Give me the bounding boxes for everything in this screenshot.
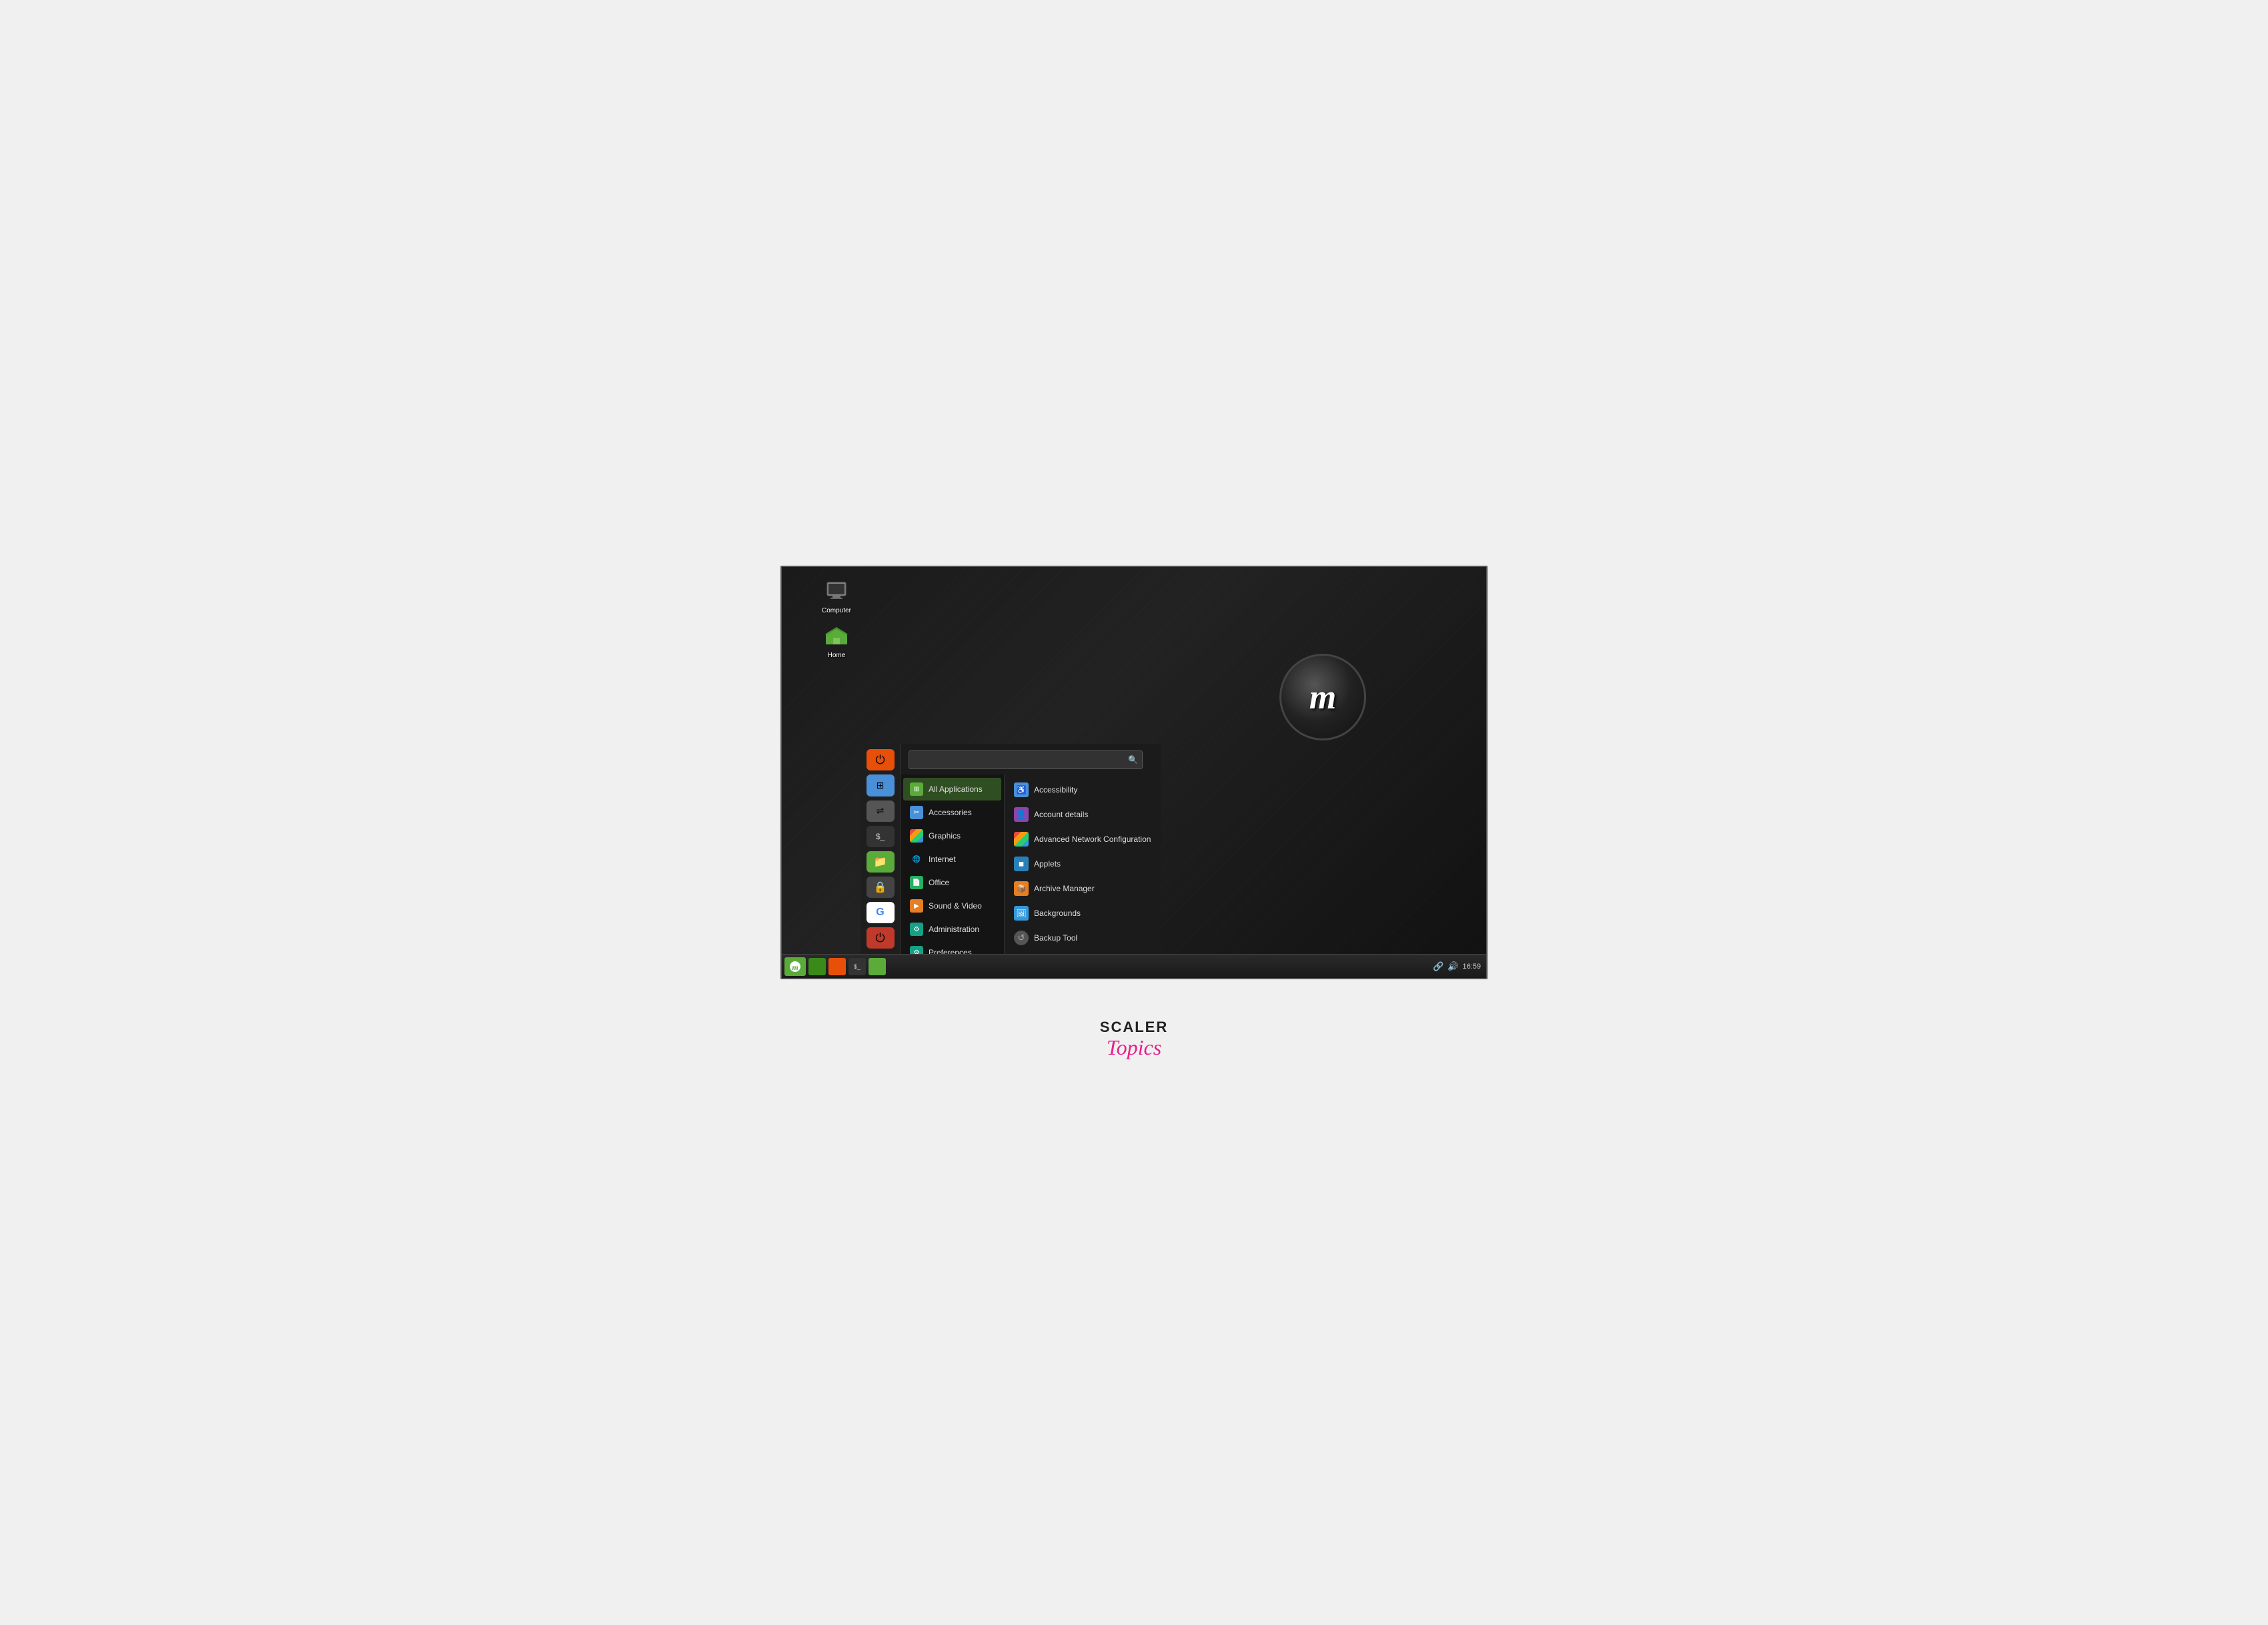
all-apps-icon: ⊞ <box>910 782 923 796</box>
taskbar-orange-button[interactable] <box>828 958 846 975</box>
computer-label: Computer <box>822 607 851 614</box>
search-bar: 🔍 <box>901 744 1161 774</box>
applets-icon: ◼ <box>1014 857 1029 871</box>
sound-icon: 🔊 <box>1448 961 1458 972</box>
sidebar-btn-4[interactable]: 📁 <box>867 851 895 873</box>
backgrounds-icon: 🖼 <box>1014 906 1029 921</box>
taskbar-terminal-button[interactable]: $_ <box>848 958 866 975</box>
app-account-details[interactable]: 👤 Account details <box>1007 802 1158 827</box>
app-archive-manager[interactable]: 📦 Archive Manager <box>1007 877 1158 901</box>
watermark-scaler-text: SCALER <box>1100 1019 1168 1035</box>
app-label: Accessibility <box>1034 785 1077 794</box>
category-label: Administration <box>929 925 979 934</box>
apps-column: ♿ Accessibility 👤 Account details Advanc… <box>1004 774 1161 954</box>
category-label: Preferences <box>929 948 972 954</box>
category-all-applications[interactable]: ⊞ All Applications <box>903 778 1001 800</box>
category-label: All Applications <box>929 784 983 794</box>
app-applets[interactable]: ◼ Applets <box>1007 852 1158 876</box>
mint-logo: m <box>1279 654 1366 740</box>
watermark-topics-text: Topics <box>1107 1036 1161 1059</box>
desktop-screen: m Computer <box>780 566 1488 979</box>
sidebar-btn-0[interactable]: ⏻ <box>867 749 895 770</box>
clock: 16:59 <box>1462 963 1481 971</box>
backup-tool-icon: ↺ <box>1014 931 1029 945</box>
app-label: Applets <box>1034 859 1061 869</box>
account-details-icon: 👤 <box>1014 807 1029 822</box>
sidebar-btn-3[interactable]: $_ <box>867 826 895 847</box>
accessibility-icon: ♿ <box>1014 782 1029 797</box>
taskbar-mint-button[interactable]: m <box>784 957 806 976</box>
archive-manager-icon: 📦 <box>1014 881 1029 896</box>
category-label: Accessories <box>929 808 972 817</box>
app-label: Backgrounds <box>1034 909 1081 918</box>
taskbar-left: m $_ <box>782 957 886 976</box>
watermark: SCALER Topics <box>1100 1019 1168 1059</box>
category-label: Graphics <box>929 831 961 841</box>
app-advanced-network[interactable]: Advanced Network Configuration <box>1007 827 1158 851</box>
sidebar-btn-7[interactable]: ⏻ <box>867 927 895 949</box>
sound-video-icon: ▶ <box>910 899 923 913</box>
graphics-icon <box>910 829 923 843</box>
preferences-icon: ⚙ <box>910 946 923 954</box>
category-label: Internet <box>929 855 956 864</box>
app-backup-tool[interactable]: ↺ Backup Tool <box>1007 926 1158 950</box>
sidebar-btn-1[interactable]: ⊞ <box>867 774 895 796</box>
sidebar-btn-5[interactable]: 🔒 <box>867 877 895 898</box>
taskbar-folder-button[interactable] <box>869 958 886 975</box>
categories-column: ⊞ All Applications ✂ Accessories Graphic… <box>901 774 1004 954</box>
desktop-icons: Computer Home <box>822 579 851 659</box>
menu-content: ⊞ All Applications ✂ Accessories Graphic… <box>901 774 1161 954</box>
home-label: Home <box>828 652 846 659</box>
left-sidebar: ⏻ ⊞ ⇌ $_ 📁 🔒 G ⏻ <box>861 744 901 954</box>
app-label: Archive Manager <box>1034 884 1095 893</box>
desktop-icon-computer[interactable]: Computer <box>822 579 851 614</box>
category-preferences[interactable]: ⚙ Preferences <box>903 941 1001 954</box>
accessories-icon: ✂ <box>910 806 923 819</box>
advanced-network-icon <box>1014 832 1029 847</box>
administration-icon: ⚙ <box>910 923 923 936</box>
category-label: Office <box>929 878 949 887</box>
category-graphics[interactable]: Graphics <box>903 825 1001 847</box>
office-icon: 📄 <box>910 876 923 889</box>
app-backgrounds[interactable]: 🖼 Backgrounds <box>1007 901 1158 925</box>
network-icon: 🔗 <box>1433 961 1444 972</box>
internet-icon: 🌐 <box>910 853 923 866</box>
taskbar-green-button[interactable] <box>808 958 826 975</box>
sidebar-btn-2[interactable]: ⇌ <box>867 800 895 822</box>
sidebar-btn-6[interactable]: G <box>867 902 895 923</box>
search-input[interactable] <box>909 750 1143 769</box>
category-internet[interactable]: 🌐 Internet <box>903 848 1001 871</box>
svg-text:m: m <box>792 963 798 972</box>
category-accessories[interactable]: ✂ Accessories <box>903 801 1001 824</box>
app-accessibility[interactable]: ♿ Accessibility <box>1007 778 1158 802</box>
category-label: Sound & Video <box>929 901 982 911</box>
app-label: Advanced Network Configuration <box>1034 835 1151 844</box>
category-sound-video[interactable]: ▶ Sound & Video <box>903 895 1001 917</box>
desktop-icon-home[interactable]: Home <box>822 624 851 659</box>
outer-wrapper: m Computer <box>780 566 1488 1059</box>
menu-panel: 🔍 ⊞ All Applications ✂ Accessories <box>901 744 1161 954</box>
computer-icon <box>824 579 849 604</box>
category-office[interactable]: 📄 Office <box>903 871 1001 894</box>
home-folder-icon <box>824 624 849 649</box>
category-administration[interactable]: ⚙ Administration <box>903 918 1001 941</box>
app-label: Account details <box>1034 810 1088 819</box>
taskbar: m $_ 🔗 🔊 16:59 <box>782 954 1486 978</box>
taskbar-right: 🔗 🔊 16:59 <box>1433 961 1486 972</box>
app-label: Backup Tool <box>1034 933 1077 943</box>
